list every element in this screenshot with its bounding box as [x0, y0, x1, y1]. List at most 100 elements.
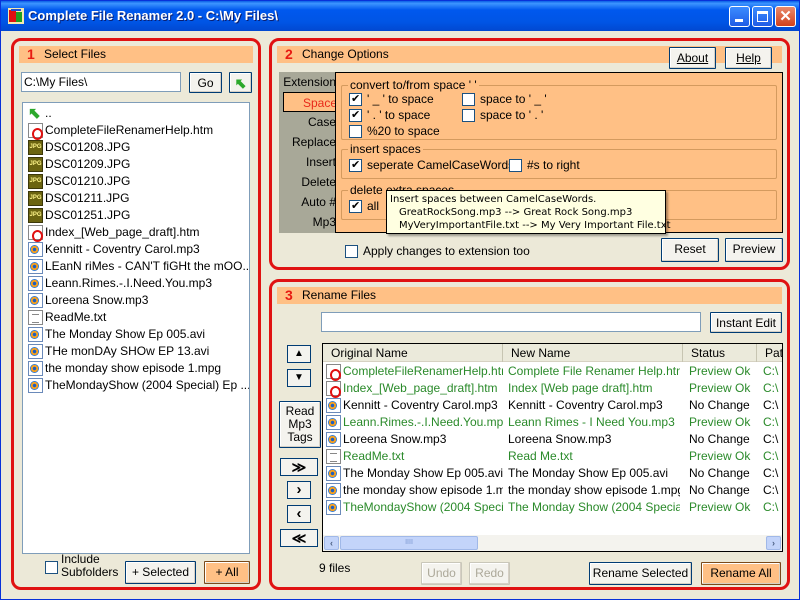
rename-selected-button[interactable]: Rename Selected [589, 562, 692, 585]
tab-auto[interactable]: Auto # [279, 192, 339, 212]
checkbox-label: ' _ ' to space [367, 92, 434, 106]
checked-checkbox-icon[interactable] [349, 92, 362, 107]
table-row[interactable]: ReadMe.txt Read Me.txt Preview Ok C:\ [323, 448, 782, 465]
app-logo-icon [8, 8, 24, 24]
redo-button[interactable]: Redo [469, 562, 510, 585]
insert-spaces-group: insert spaces seperate CamelCaseWords #s … [341, 142, 777, 179]
path-cell: C:\ [763, 483, 779, 497]
path-cell: C:\ [763, 415, 779, 429]
help-button[interactable]: Help [725, 47, 772, 69]
table-row[interactable]: CompleteFileRenamerHelp.htm Complete File… [323, 363, 782, 381]
column-header-original-name[interactable]: Original Name [323, 344, 503, 362]
status-cell: Preview Ok [689, 500, 751, 514]
rename-files-panel: 3 Rename Files Instant Edit ▲ ▼ Read Mp3… [269, 279, 790, 590]
table-row[interactable]: the monday show episode 1.mpg the monday … [323, 482, 782, 499]
jpg-file-icon: JPG [28, 191, 43, 206]
tab-case[interactable]: Case [279, 112, 339, 132]
tab-extension[interactable]: Extension [279, 72, 339, 92]
rename-preview-table[interactable]: Original Name New Name Status Path Compl… [322, 343, 783, 552]
add-selected-button[interactable]: + Selected [125, 561, 196, 584]
title-bar[interactable]: Complete File Renamer 2.0 - C:\My Files\… [1, 1, 799, 31]
new-name-cell: Leann Rimes - I Need You.mp3 [508, 415, 675, 429]
checkbox-box[interactable] [345, 245, 358, 258]
status-cell: Preview Ok [689, 415, 751, 429]
table-row[interactable]: Index_[Web_page_draft].htm Index [Web pag… [323, 380, 782, 398]
file-name: The Monday Show Ep 005.avi [45, 327, 206, 341]
undo-button[interactable]: Undo [421, 562, 462, 585]
tab-delete[interactable]: Delete [279, 172, 339, 192]
column-header-status[interactable]: Status [683, 344, 757, 362]
file-browser-list[interactable]: ⬉.. CompleteFileRenamerHelp.htm JPG DSC0120… [22, 102, 250, 554]
path-cell: C:\ [763, 364, 779, 378]
checkbox-label: #s to right [527, 158, 580, 172]
media-file-icon [28, 293, 43, 308]
options-tab-strip: Extension Space Case Replace Insert Delete Aut… [279, 72, 340, 233]
about-button[interactable]: About [669, 47, 716, 69]
preview-button[interactable]: Preview [725, 238, 783, 262]
checkbox-box[interactable] [45, 561, 58, 574]
unchecked-checkbox-icon[interactable] [462, 109, 475, 122]
table-row[interactable]: Loreena Snow.mp3 Loreena Snow.mp3 No Chang… [323, 431, 782, 448]
status-cell: Preview Ok [689, 449, 751, 463]
scrollbar-thumb[interactable]: IIII [340, 536, 478, 550]
add-all-to-rename-button[interactable]: ≫ [280, 458, 318, 476]
instant-edit-input[interactable] [321, 312, 701, 332]
minimize-icon [735, 19, 743, 22]
table-row[interactable]: Kennitt - Coventry Carol.mp3 Kennitt - Co… [323, 397, 782, 414]
scroll-right-button[interactable]: › [766, 536, 781, 550]
checkbox-label: Apply changes to extension too [363, 244, 530, 258]
add-all-button[interactable]: + All [204, 561, 250, 584]
column-header-path[interactable]: Path [757, 344, 782, 362]
tab-space[interactable]: Space [283, 92, 340, 112]
up-folder-icon: ⬉ [28, 105, 41, 122]
move-up-button[interactable]: ▲ [287, 345, 311, 363]
tab-insert[interactable]: Insert [279, 152, 339, 172]
table-row[interactable]: TheMondayShow (2004 Speci... The Monday S… [323, 499, 782, 516]
maximize-button[interactable] [752, 6, 773, 27]
parent-folder-button[interactable]: ⬉ [229, 72, 252, 93]
checked-checkbox-icon[interactable] [349, 108, 362, 123]
unchecked-checkbox-icon[interactable] [462, 93, 475, 106]
media-file-icon [28, 344, 43, 359]
move-down-button[interactable]: ▼ [287, 369, 311, 387]
original-name-cell: Kennitt - Coventry Carol.mp3 [343, 398, 498, 412]
go-button[interactable]: Go [189, 72, 222, 93]
scroll-left-button[interactable]: ‹ [324, 536, 339, 550]
add-one-to-rename-button[interactable]: › [287, 481, 311, 499]
remove-all-from-rename-button[interactable]: ≪ [280, 529, 318, 547]
jpg-file-icon: JPG [28, 174, 43, 189]
media-file-icon [326, 500, 341, 515]
remove-one-from-rename-button[interactable]: ‹ [287, 505, 311, 523]
close-button[interactable]: ✕ [775, 6, 796, 27]
status-cell: Preview Ok [689, 364, 751, 378]
tab-mp3[interactable]: Mp3 [279, 212, 339, 232]
file-name: CompleteFileRenamerHelp.htm [45, 123, 214, 137]
column-header-new-name[interactable]: New Name [503, 344, 683, 362]
checked-checkbox-icon[interactable] [349, 199, 362, 214]
media-file-icon [28, 327, 43, 342]
file-name: LEanN riMes - CAN'T fiGHt the mOO... [45, 259, 250, 273]
media-file-icon [28, 378, 43, 393]
original-name-cell: Index_[Web_page_draft].htm [343, 381, 498, 395]
checked-checkbox-icon[interactable] [349, 158, 362, 173]
minimize-button[interactable] [729, 6, 750, 27]
file-name: ReadMe.txt [45, 310, 107, 324]
folder-path-input[interactable]: C:\My Files\ [21, 72, 181, 92]
reset-button[interactable]: Reset [661, 238, 719, 262]
table-row[interactable]: The Monday Show Ep 005.avi The Monday Sho… [323, 465, 782, 482]
instant-edit-button[interactable]: Instant Edit [710, 312, 782, 333]
select-files-header: 1 Select Files [19, 46, 253, 63]
rename-all-button[interactable]: Rename All [701, 562, 781, 585]
tab-replace[interactable]: Replace [279, 132, 339, 152]
path-cell: C:\ [763, 398, 779, 412]
unchecked-checkbox-icon[interactable] [509, 159, 522, 172]
table-row[interactable]: Leann.Rimes.-.I.Need.You.mp3 Leann Rimes … [323, 414, 782, 431]
file-name: Leann.Rimes.-.I.Need.You.mp3 [45, 276, 212, 290]
txt-file-icon [28, 310, 43, 325]
unchecked-checkbox-icon[interactable] [349, 125, 362, 138]
file-name: DSC01209.JPG [45, 157, 131, 171]
checkbox-label: space to ' . ' [480, 108, 544, 122]
read-mp3-tags-button[interactable]: Read Mp3 Tags [279, 401, 321, 448]
horizontal-scrollbar[interactable]: ‹ IIII › [323, 535, 782, 551]
original-name-cell: Leann.Rimes.-.I.Need.You.mp3 [343, 415, 503, 429]
